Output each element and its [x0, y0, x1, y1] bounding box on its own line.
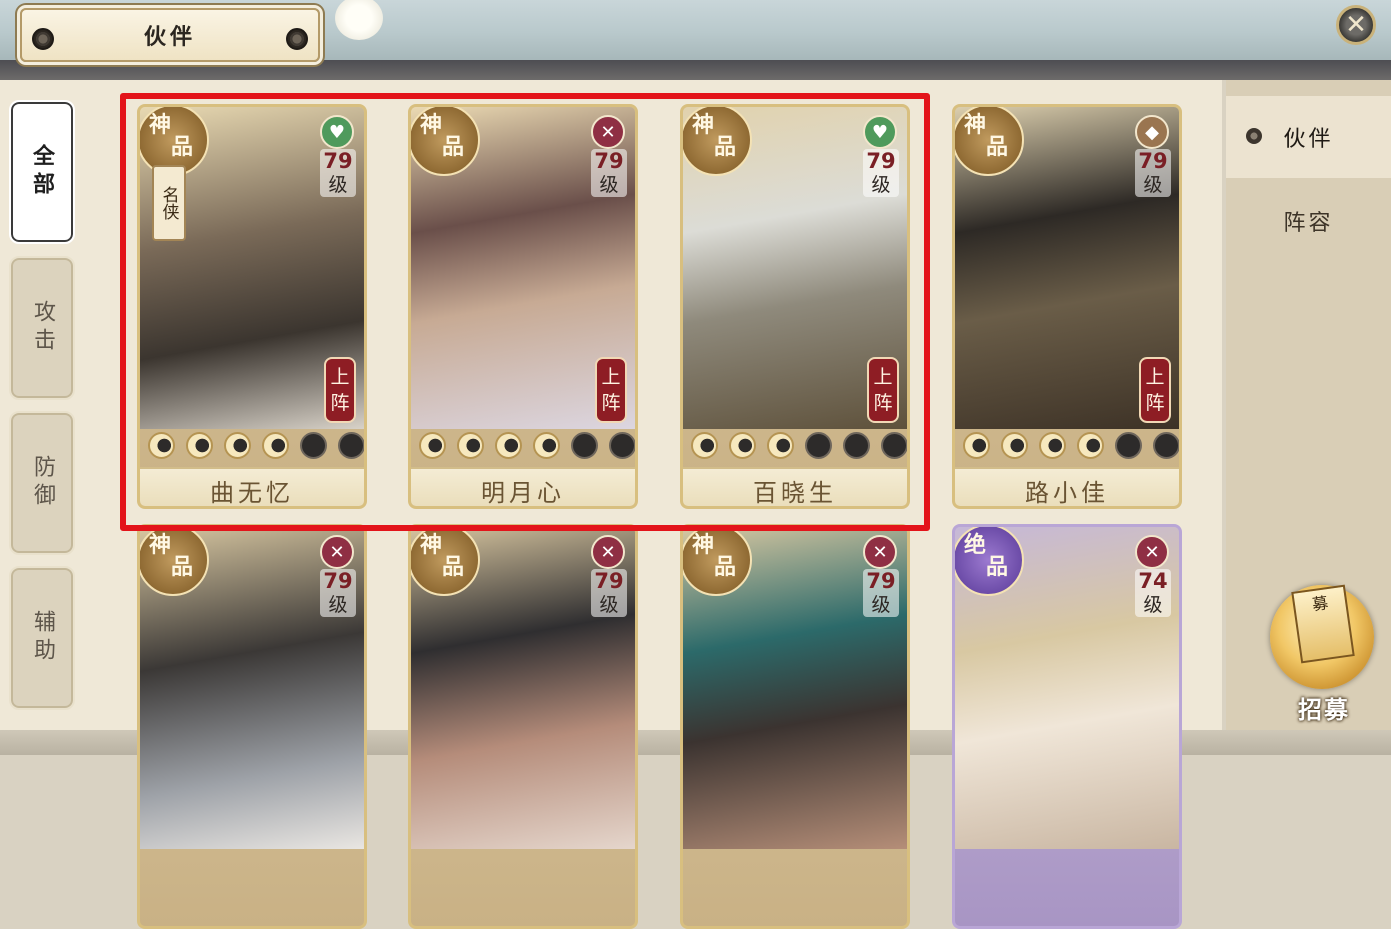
coin-icon	[1246, 128, 1262, 144]
page-title: 伙伴	[143, 25, 196, 50]
lineup-tag: 上阵	[1139, 357, 1171, 423]
partner-card[interactable]: 绝品 ✕ 74 级	[952, 524, 1182, 929]
level-value: 79	[1138, 149, 1168, 173]
grade-badge: 神品	[955, 107, 1024, 176]
filter-tab-defense[interactable]: 防御	[9, 411, 75, 555]
level-unit: 级	[328, 594, 348, 616]
recruit-card-icon: 募	[1291, 584, 1355, 664]
level-value: 79	[323, 569, 353, 593]
side-tab-lineup[interactable]: 阵容	[1226, 180, 1391, 262]
partner-card[interactable]: 神品 ◆ 79 级上阵路小佳	[952, 104, 1182, 509]
grade-badge: 神品	[411, 527, 480, 596]
coin-icon	[32, 28, 54, 50]
level-indicator: 74 级	[1135, 569, 1171, 617]
filter-tab-attack[interactable]: 攻击	[9, 256, 75, 400]
level-value: 79	[866, 569, 896, 593]
moon-star-filled-icon	[1001, 432, 1028, 459]
attack-role-icon: ✕	[1135, 535, 1169, 569]
grade-char: 品	[714, 554, 737, 580]
partner-card[interactable]: 神品 ✕ 79 级	[137, 524, 367, 929]
moon-star-filled-icon	[1077, 432, 1104, 459]
side-tab-label: 阵容	[1283, 211, 1334, 236]
grade-badge: 神品	[140, 527, 209, 596]
lineup-char: 阵	[1145, 392, 1165, 414]
coin-icon	[286, 28, 308, 50]
grade-char: 品	[171, 554, 194, 580]
filter-tab-all[interactable]: 全部	[9, 100, 75, 244]
grade-char: 神	[964, 112, 987, 138]
attack-role-icon: ✕	[863, 535, 897, 569]
partner-card[interactable]: 神品 ✕ 79 级	[680, 524, 910, 929]
partner-card[interactable]: 神品 ✕ 79 级	[408, 524, 638, 929]
level-unit: 级	[1143, 174, 1163, 196]
star-rating	[963, 432, 1179, 459]
moon-star-filled-icon	[963, 432, 990, 459]
moon-star-filled-icon	[1039, 432, 1066, 459]
close-icon: ✕	[1345, 10, 1367, 40]
grade-badge: 绝品	[955, 527, 1024, 596]
grade-badge: 神品	[683, 527, 752, 596]
grade-char: 品	[442, 554, 465, 580]
level-indicator: 79 级	[1135, 149, 1171, 197]
grade-char: 神	[149, 532, 172, 558]
level-value: 74	[1138, 569, 1168, 593]
header-band	[0, 60, 1391, 80]
filter-tab-label: 全部	[29, 144, 55, 200]
page-title-plate: 伙伴	[20, 8, 320, 62]
moon-star-empty-icon	[1115, 432, 1142, 459]
partner-name: 路小佳	[955, 467, 1179, 506]
attack-role-icon: ✕	[320, 535, 354, 569]
level-unit: 级	[871, 594, 891, 616]
grade-char: 神	[692, 532, 715, 558]
close-button[interactable]: ✕	[1336, 5, 1376, 45]
level-indicator: 79 级	[863, 569, 899, 617]
grade-char: 神	[420, 532, 443, 558]
recruit-card-glyph: 募	[1310, 593, 1330, 615]
filter-tab-label: 辅助	[30, 610, 55, 666]
moon-star-empty-icon	[1153, 432, 1179, 459]
attack-role-icon: ✕	[591, 535, 625, 569]
level-indicator: 79 级	[591, 569, 627, 617]
grade-char: 绝	[964, 532, 987, 558]
side-tab-partner[interactable]: 伙伴	[1226, 96, 1391, 178]
filter-tab-support[interactable]: 辅助	[9, 566, 75, 710]
level-value: 79	[594, 569, 624, 593]
grade-char: 品	[986, 134, 1009, 160]
filter-tab-label: 防御	[30, 455, 55, 511]
recruit-label: 招募	[1298, 695, 1350, 724]
selection-highlight	[120, 93, 930, 531]
level-unit: 级	[1143, 594, 1163, 616]
level-indicator: 79 级	[320, 569, 356, 617]
filter-tab-label: 攻击	[30, 300, 55, 356]
level-unit: 级	[599, 594, 619, 616]
side-tab-label: 伙伴	[1283, 127, 1334, 152]
lineup-char: 上	[1145, 366, 1165, 388]
defend-role-icon: ◆	[1135, 115, 1169, 149]
grade-char: 品	[986, 554, 1009, 580]
